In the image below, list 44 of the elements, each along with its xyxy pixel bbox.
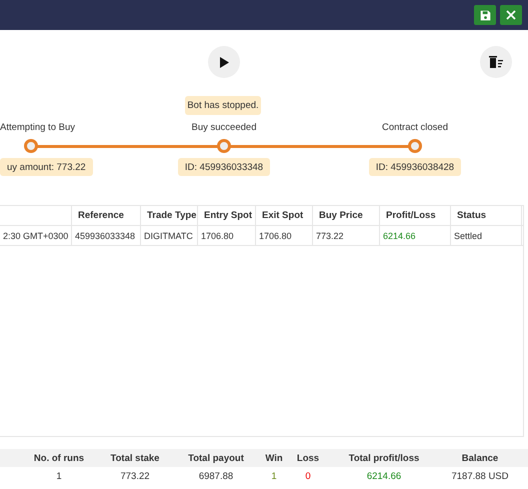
summary-value: 1 [270, 470, 278, 482]
summary-value: 6987.88 [198, 470, 234, 482]
table-cell: 2:30 GMT+0300 [0, 226, 72, 245]
column-header: Buy Price [313, 206, 380, 225]
summary-value: 0 [304, 470, 312, 482]
column-header: Trade Type [141, 206, 198, 225]
step-tooltip: uy amount: 773.22 [0, 158, 93, 176]
close-icon [506, 10, 516, 20]
close-button[interactable] [500, 5, 522, 25]
step-label: Attempting to Buy [0, 122, 75, 133]
column-header: Loss [296, 452, 320, 464]
step-tooltip: ID: 459936033348 [178, 158, 270, 176]
table-cell: DIGITMATC [141, 226, 198, 245]
column-header: Win [264, 452, 284, 464]
save-icon [480, 10, 490, 20]
table-cell: 1706.80 [256, 226, 313, 245]
step-label: Contract closed [382, 122, 448, 133]
table-cell: 773.22 [313, 226, 380, 245]
column-header: No. of runs [32, 452, 86, 464]
column-header: Exit Spot [256, 206, 313, 225]
column-header: Profit/Loss [380, 206, 451, 225]
run-button[interactable] [208, 46, 240, 78]
summary-value: 1 [55, 470, 63, 482]
table-cell: 6214.66 [380, 226, 451, 245]
column-header: Status [451, 206, 522, 225]
table-cell: 459936033348 [72, 226, 141, 245]
step-label: Buy succeeded [192, 122, 256, 133]
column-header: Entry Spot [198, 206, 256, 225]
summary-value: 773.22 [119, 470, 151, 482]
play-icon [220, 56, 228, 68]
summary-value: 7187.88 USD [450, 470, 510, 482]
column-header: Total payout [187, 452, 245, 464]
step-tooltip: ID: 459936038428 [368, 158, 462, 176]
table-cell: Settled [451, 226, 522, 245]
column-header: Total profit/loss [348, 452, 420, 464]
column-header: Balance [460, 452, 500, 464]
clear-button[interactable] [480, 46, 512, 78]
summary-value: 6214.66 [366, 470, 402, 482]
column-header: Total stake [110, 452, 160, 464]
column-header: Reference [72, 206, 141, 225]
table-cell: 1706.80 [198, 226, 256, 245]
status-tooltip: Bot has stopped. [185, 96, 261, 115]
trash-list-icon [488, 55, 504, 69]
save-button[interactable] [474, 5, 496, 25]
